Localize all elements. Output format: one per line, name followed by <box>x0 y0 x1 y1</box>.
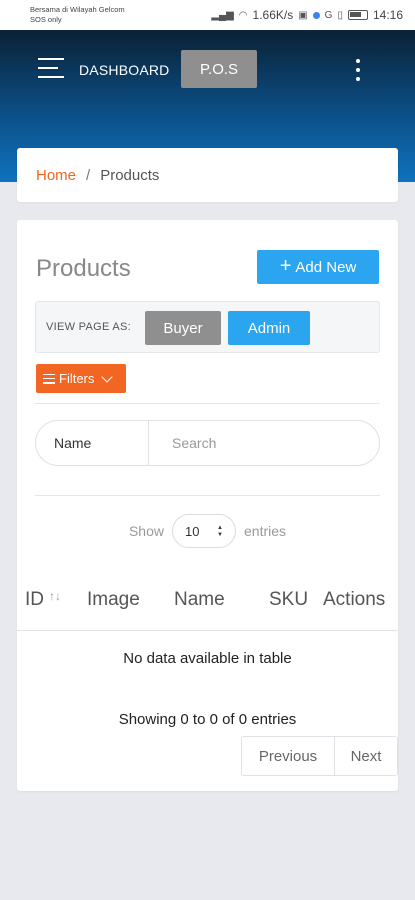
search-field-selector[interactable]: Name <box>36 421 149 465</box>
buyer-view-button[interactable]: Buyer <box>145 311 221 345</box>
wifi-icon: ◠ <box>238 9 248 21</box>
column-header-id-label: ID <box>25 589 44 610</box>
status-bar: Bersama di Wilayah Gelcom SOS only ▂▄▆ ◠… <box>0 0 415 30</box>
column-header-sku[interactable]: SKU <box>269 589 308 611</box>
search-input[interactable] <box>150 421 379 465</box>
chevron-down-icon <box>101 370 114 383</box>
add-new-button[interactable]: + Add New <box>257 250 379 284</box>
app-dot-icon <box>312 11 320 19</box>
column-header-image[interactable]: Image <box>87 589 140 611</box>
list-icon <box>43 373 55 384</box>
show-label: Show <box>128 523 164 539</box>
view-as-label: VIEW PAGE AS: <box>46 321 131 333</box>
table-empty-message: No data available in table <box>123 650 292 667</box>
pagination: Previous Next <box>241 736 398 776</box>
column-header-actions[interactable]: Actions <box>323 589 385 611</box>
filters-label: Filters <box>59 371 95 386</box>
breadcrumb-current: Products <box>100 166 160 184</box>
table-header: ID ↑↓ Image Name SKU Actions <box>17 583 398 631</box>
next-page-button[interactable]: Next <box>335 737 397 775</box>
divider <box>35 403 380 404</box>
google-icon: G <box>324 9 333 21</box>
breadcrumb-home-link[interactable]: Home <box>36 167 76 184</box>
hamburger-menu-icon[interactable] <box>38 58 64 80</box>
sort-icon: ↑↓ <box>49 589 61 603</box>
add-new-label: Add New <box>295 258 357 276</box>
more-options-icon[interactable] <box>351 59 365 81</box>
carrier-sub: SOS only <box>30 15 62 24</box>
view-as-panel: VIEW PAGE AS: Buyer Admin <box>35 301 380 353</box>
products-card: Products + Add New VIEW PAGE AS: Buyer A… <box>17 220 398 791</box>
column-header-id[interactable]: ID ↑↓ <box>25 589 61 611</box>
entries-label: entries <box>244 523 287 539</box>
previous-page-button[interactable]: Previous <box>242 737 335 775</box>
entries-select-value: 10 <box>185 523 200 539</box>
dashboard-link[interactable]: DASHBOARD <box>79 62 169 78</box>
pos-button[interactable]: P.O.S <box>181 50 257 88</box>
entries-select[interactable]: 10 ▲ ▼ <box>172 514 236 548</box>
filters-button[interactable]: Filters <box>36 364 126 393</box>
page-title: Products <box>36 255 131 282</box>
status-icons: ▂▄▆ ◠ 1.66K/s ▣ G ▯ 14:16 <box>211 8 403 22</box>
breadcrumb: Home / Products <box>17 148 398 202</box>
notification-icon: ▣ <box>298 9 308 21</box>
plus-icon: + <box>279 255 292 277</box>
select-arrows-icon: ▲ ▼ <box>217 524 223 538</box>
column-header-name[interactable]: Name <box>174 589 225 611</box>
network-speed: 1.66K/s <box>252 8 294 22</box>
entries-length-control: Show 10 ▲ ▼ entries <box>17 514 398 548</box>
carrier-name: Bersama di Wilayah Gelcom <box>30 5 125 14</box>
vibrate-icon: ▯ <box>337 9 343 21</box>
admin-view-button[interactable]: Admin <box>228 311 310 345</box>
battery-icon <box>347 10 368 20</box>
clock: 14:16 <box>372 8 403 22</box>
table-info: Showing 0 to 0 of 0 entries <box>118 711 297 728</box>
divider <box>35 495 380 496</box>
carrier-info: Bersama di Wilayah Gelcom SOS only <box>30 5 125 25</box>
signal-icon: ▂▄▆ <box>211 9 234 21</box>
breadcrumb-separator: / <box>86 166 91 184</box>
search-bar: Name <box>35 420 380 466</box>
